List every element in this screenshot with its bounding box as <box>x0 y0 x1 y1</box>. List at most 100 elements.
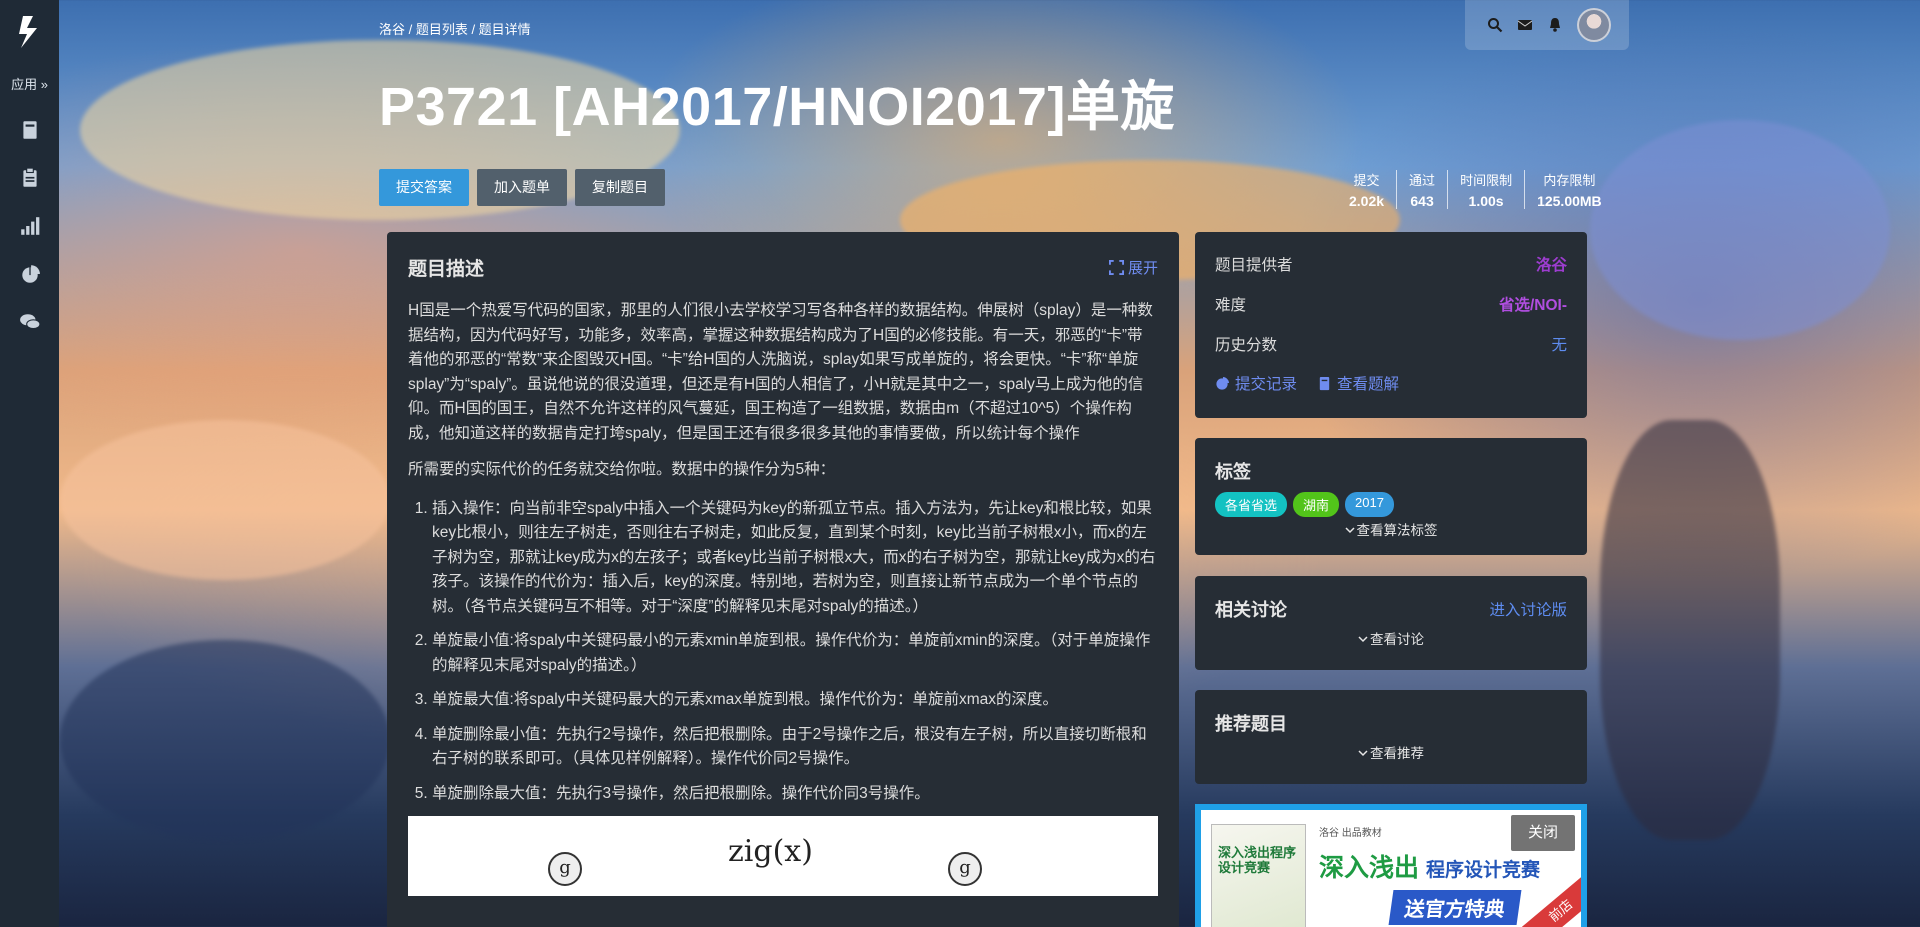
expand-icon <box>1108 260 1124 275</box>
stat-memory-limit: 内存限制 125.00MB <box>1524 170 1614 209</box>
chevron-down-icon <box>1358 750 1368 757</box>
problem-info-card: 题目提供者 洛谷 难度 省选/NOI- 历史分数 无 提交记录 查看题解 <box>1195 232 1587 418</box>
stat-value: 643 <box>1410 193 1434 209</box>
show-algorithm-tags[interactable]: 查看算法标签 <box>1215 519 1567 539</box>
mail-icon[interactable] <box>1517 17 1533 33</box>
book-cover: 深入浅出程序设计竞赛 <box>1211 824 1306 927</box>
link-label: 查看题解 <box>1337 376 1400 393</box>
info-row: 难度 省选/NOI- <box>1215 284 1567 324</box>
tag-badge[interactable]: 湖南 <box>1293 492 1340 517</box>
tags-heading: 标签 <box>1215 462 1251 482</box>
discussion-header: 相关讨论 进入讨论版 <box>1215 596 1567 622</box>
stat-accepted: 通过 643 <box>1396 170 1447 209</box>
stat-label: 时间限制 <box>1460 173 1513 188</box>
submission-records-link[interactable]: 提交记录 <box>1215 372 1297 394</box>
recommend-heading: 推荐题目 <box>1215 714 1287 734</box>
list-item: 单旋最小值:将spaly中关键码最小的元素xmin单旋到根。操作代价为：单旋前x… <box>432 629 1158 678</box>
book-icon <box>1319 376 1330 390</box>
more-label: 查看讨论 <box>1370 632 1424 647</box>
enter-discussion-link[interactable]: 进入讨论版 <box>1489 598 1567 620</box>
description-header: 题目描述 展开 <box>408 254 1158 281</box>
stat-label: 提交 <box>1353 173 1380 188</box>
more-label: 查看算法标签 <box>1356 523 1438 538</box>
luogu-logo[interactable] <box>15 14 45 50</box>
book-title: 深入浅出程序设计竞赛 <box>1218 845 1297 875</box>
submit-answer-button[interactable]: 提交答案 <box>379 169 469 206</box>
comments-icon[interactable] <box>19 311 41 333</box>
bar-chart-icon[interactable] <box>19 215 41 237</box>
bell-icon[interactable] <box>1547 17 1563 33</box>
provider-link[interactable]: 洛谷 <box>1536 253 1567 275</box>
difficulty-value: 省选/NOI- <box>1498 297 1567 314</box>
stat-label: 通过 <box>1409 173 1436 188</box>
diagram-label: zig(x) <box>728 834 813 869</box>
info-label: 历史分数 <box>1215 337 1278 354</box>
breadcrumb[interactable]: 洛谷 / 题目列表 / 题目详情 <box>379 19 531 38</box>
recommend-card: 推荐题目 查看推荐 <box>1195 690 1587 784</box>
background-art <box>60 420 390 580</box>
tag-badge[interactable]: 各省省选 <box>1215 492 1288 517</box>
ad-brand: 洛谷 出品教材 <box>1319 828 1382 839</box>
avatar[interactable] <box>1577 8 1611 42</box>
page-title: P3721 [AH2017/HNOI2017]单旋 <box>379 77 1175 137</box>
close-ad-button[interactable]: 关闭 <box>1511 815 1575 851</box>
background-art <box>1590 120 1890 340</box>
chevron-down-icon <box>1358 636 1368 643</box>
zig-diagram: g zig(x) g <box>408 816 1158 896</box>
ad-headline-sub: 程序设计竞赛 <box>1425 860 1540 881</box>
stat-value: 2.02k <box>1349 193 1385 209</box>
more-label: 查看推荐 <box>1370 746 1424 761</box>
action-buttons: 提交答案 加入题单 复制题目 <box>379 169 665 206</box>
apps-label: 应用 <box>11 77 38 92</box>
link-label: 提交记录 <box>1235 376 1298 393</box>
description-paragraph: H国是一个热爱写代码的国家，那里的人们很小去学校学习写各种各样的数据结构。伸展树… <box>408 302 1153 442</box>
expand-label: 展开 <box>1127 260 1158 277</box>
clipboard-icon[interactable] <box>19 167 41 189</box>
list-item: 单旋最大值:将spaly中关键码最大的元素xmax单旋到根。操作代价为：单旋前x… <box>432 688 1158 713</box>
description-heading: 题目描述 <box>408 259 485 280</box>
user-toolbar <box>1465 0 1629 50</box>
tag-list: 各省省选 湖南 2017 <box>1215 492 1567 517</box>
list-item: 插入操作：向当前非空spaly中插入一个关键码为key的新孤立节点。插入方法为，… <box>432 497 1158 620</box>
stat-value: 125.00MB <box>1537 193 1602 209</box>
tree-node: g <box>948 852 982 886</box>
info-row: 历史分数 无 <box>1215 324 1567 364</box>
info-label: 题目提供者 <box>1215 257 1293 274</box>
add-to-list-button[interactable]: 加入题单 <box>477 169 567 206</box>
info-row: 题目提供者 洛谷 <box>1215 244 1567 284</box>
list-item: 单旋删除最小值：先执行2号操作，然后把根删除。由于2号操作之后，根没有左子树，所… <box>432 723 1158 772</box>
stat-label: 内存限制 <box>1543 173 1596 188</box>
view-solutions-link[interactable]: 查看题解 <box>1317 372 1399 394</box>
show-recommendations[interactable]: 查看推荐 <box>1215 742 1567 762</box>
info-label: 难度 <box>1215 297 1247 314</box>
discussion-heading: 相关讨论 <box>1215 600 1287 620</box>
ad-headline-main: 深入浅出 <box>1319 854 1420 882</box>
tree-node: g <box>548 852 582 886</box>
list-item: 单旋删除最大值：先执行3号操作，然后把根删除。操作代价同3号操作。 <box>432 782 1158 807</box>
tags-card: 标签 各省省选 湖南 2017 查看算法标签 <box>1195 438 1587 555</box>
book-icon[interactable] <box>19 119 41 141</box>
stat-time-limit: 时间限制 1.00s <box>1447 170 1524 209</box>
apps-menu[interactable]: 应用 » <box>11 74 48 93</box>
description-paragraph: 所需要的实际代价的任务就交给你啦。数据中的操作分为5种： <box>408 461 836 478</box>
chevron-down-icon <box>1344 527 1355 534</box>
expand-button[interactable]: 展开 <box>1108 257 1158 278</box>
tag-badge[interactable]: 2017 <box>1345 492 1394 517</box>
problem-description-card: 题目描述 展开 H国是一个热爱写代码的国家，那里的人们很小去学校学习写各种各样的… <box>387 232 1179 927</box>
show-discussions[interactable]: 查看讨论 <box>1215 628 1567 648</box>
search-icon[interactable] <box>1487 17 1503 33</box>
stat-submissions: 提交 2.02k <box>1337 170 1396 209</box>
problem-stats: 提交 2.02k 通过 643 时间限制 1.00s 内存限制 125.00MB <box>1337 170 1614 209</box>
background-art <box>1600 420 1780 840</box>
history-value: 无 <box>1551 337 1567 354</box>
stat-value: 1.00s <box>1468 193 1504 209</box>
sidebar: 应用 » <box>0 0 59 927</box>
discussion-card: 相关讨论 进入讨论版 查看讨论 <box>1195 576 1587 670</box>
pie-chart-icon <box>1216 376 1230 390</box>
ad-headline: 深入浅出 程序设计竞赛 <box>1319 848 1540 884</box>
ad-ribbon: 送官方特典 <box>1388 890 1522 925</box>
copy-problem-button[interactable]: 复制题目 <box>575 169 665 206</box>
info-links: 提交记录 查看题解 <box>1215 372 1567 394</box>
pie-chart-icon[interactable] <box>19 263 41 285</box>
background-art <box>60 640 390 840</box>
